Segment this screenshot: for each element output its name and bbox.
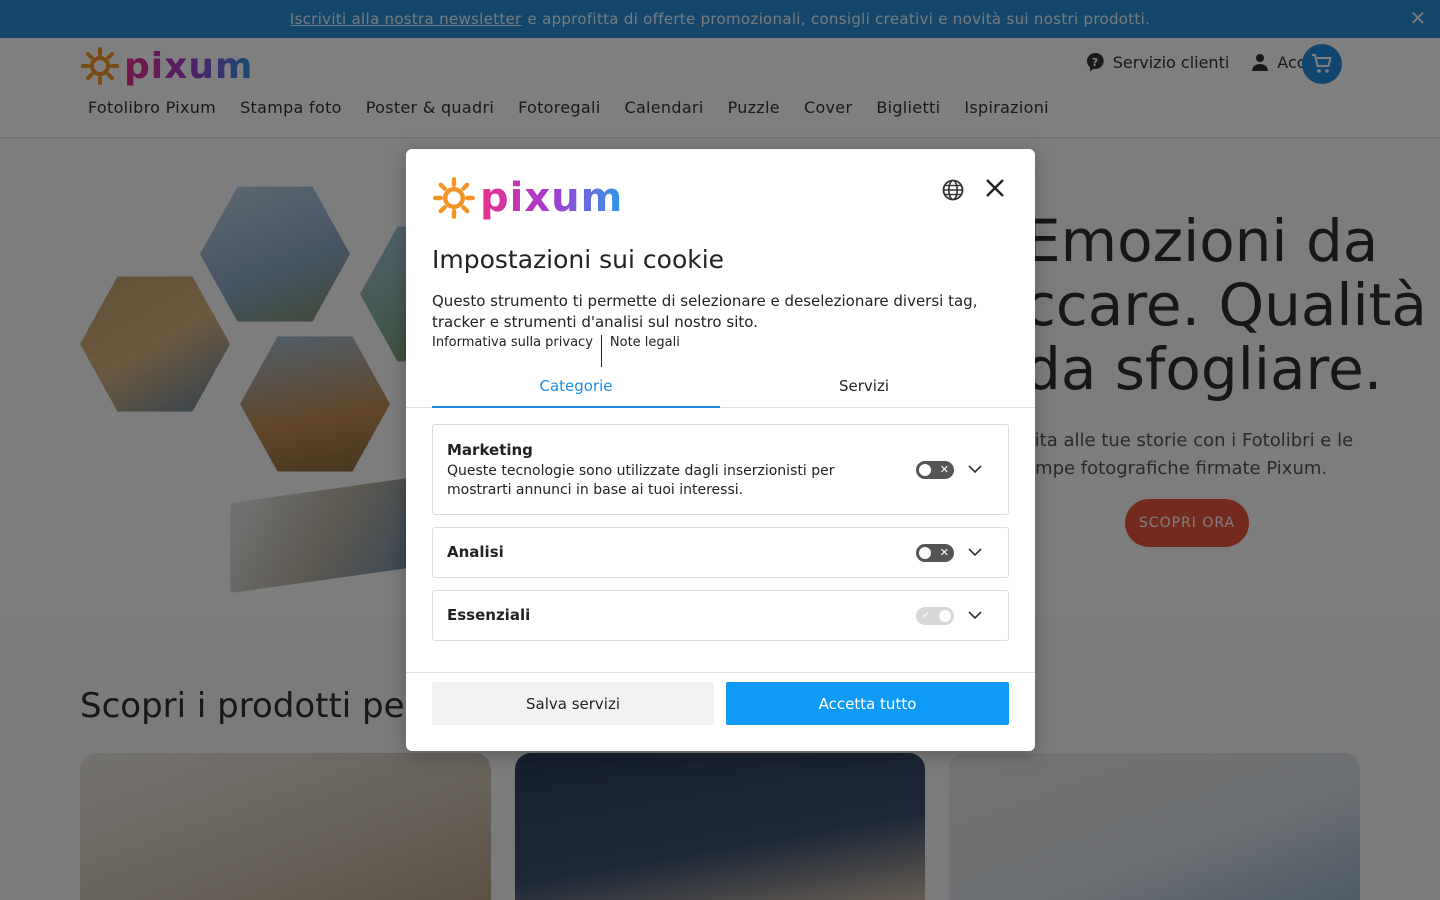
modal-pixum-logo: pixum bbox=[432, 175, 623, 221]
close-icon[interactable] bbox=[983, 176, 1007, 200]
privacy-policy-link[interactable]: Informativa sulla privacy bbox=[432, 335, 593, 367]
language-globe-icon[interactable] bbox=[941, 178, 965, 202]
toggle-knob bbox=[939, 610, 951, 622]
category-marketing[interactable]: Marketing Queste tecnologie sono utilizz… bbox=[432, 424, 1009, 515]
legal-notes-link[interactable]: Note legali bbox=[610, 335, 680, 367]
category-analytics[interactable]: Analisi ✕ bbox=[432, 527, 1009, 578]
save-services-button[interactable]: Salva servizi bbox=[432, 682, 714, 725]
dialog-description: Questo strumento ti permette di selezion… bbox=[432, 292, 978, 331]
category-title: Marketing bbox=[447, 441, 533, 459]
legal-links: Informativa sulla privacy Note legali bbox=[432, 335, 680, 367]
category-essential[interactable]: Essenziali ✓ bbox=[432, 590, 1009, 641]
chevron-down-icon[interactable] bbox=[968, 545, 982, 559]
link-divider bbox=[600, 335, 602, 367]
cookie-settings-dialog: pixum Impostazioni sui cookie Questo str… bbox=[406, 149, 1035, 751]
accept-all-button[interactable]: Accetta tutto bbox=[726, 682, 1009, 725]
toggle-off-icon: ✕ bbox=[939, 463, 949, 476]
category-description: Queste tecnologie sono utilizzate dagli … bbox=[447, 463, 835, 498]
toggle-knob bbox=[919, 464, 931, 476]
category-title: Essenziali bbox=[447, 606, 531, 624]
tab-categories[interactable]: Categorie bbox=[432, 377, 720, 408]
tab-services[interactable]: Servizi bbox=[720, 377, 1008, 395]
toggle-off-icon: ✕ bbox=[939, 546, 949, 559]
essential-toggle: ✓ bbox=[916, 607, 954, 625]
marketing-toggle[interactable]: ✕ bbox=[916, 461, 954, 479]
chevron-down-icon[interactable] bbox=[968, 608, 982, 622]
chevron-down-icon[interactable] bbox=[968, 462, 982, 476]
toggle-on-icon: ✓ bbox=[922, 610, 931, 621]
dialog-tabs: Categorie Servizi bbox=[406, 371, 1035, 408]
sun-logo-icon bbox=[433, 177, 475, 219]
analytics-toggle[interactable]: ✕ bbox=[916, 544, 954, 562]
toggle-knob bbox=[919, 547, 931, 559]
category-title: Analisi bbox=[447, 543, 504, 561]
dialog-title: Impostazioni sui cookie bbox=[432, 245, 725, 274]
footer-divider bbox=[406, 672, 1035, 673]
modal-logo-wordmark: pixum bbox=[480, 175, 624, 221]
